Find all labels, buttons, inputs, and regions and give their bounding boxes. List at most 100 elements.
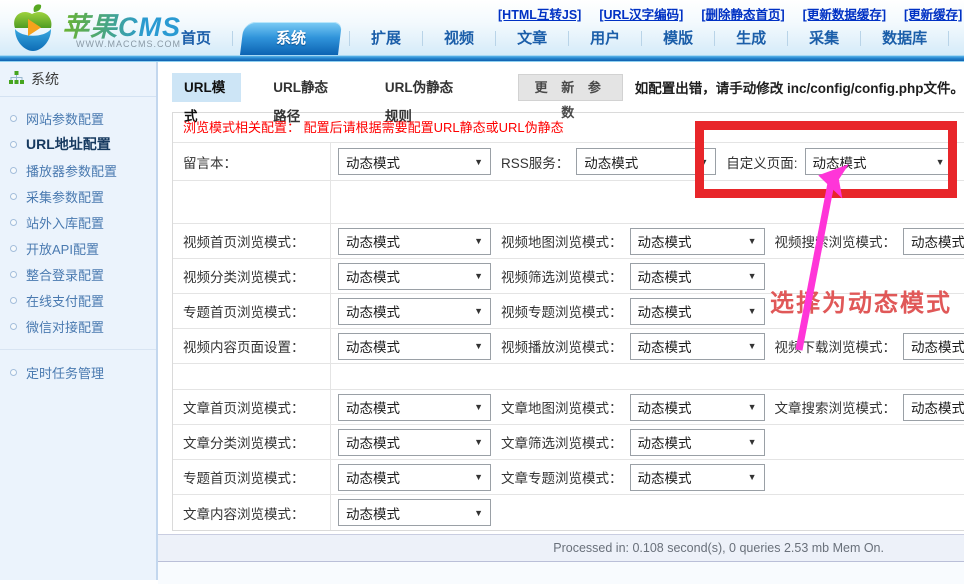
nav-item[interactable]: 采集 <box>788 22 860 55</box>
mode-select[interactable]: 动态模式▼ <box>630 394 765 421</box>
sidebar-item[interactable]: 整合登录配置 <box>0 261 156 287</box>
sidebar-item-label: 开放API配置 <box>26 239 99 258</box>
sidebar-header: 系统 <box>0 62 156 97</box>
sidebar-item-label: 采集参数配置 <box>26 187 104 206</box>
nav-item-label: 系统 <box>276 22 306 55</box>
select-value: 动态模式 <box>813 152 867 172</box>
footer-stats: Processed in: 0.108 second(s), 0 queries… <box>158 534 964 562</box>
tab-active[interactable]: URL模式 <box>172 73 241 102</box>
dropdown-arrow-icon: ▼ <box>474 508 483 518</box>
field-pair: 视频地图浏览模式：动态模式▼ <box>491 228 765 255</box>
form-row: 视频首页浏览模式：动态模式▼视频地图浏览模式：动态模式▼视频搜索浏览模式：动态模… <box>173 224 964 259</box>
mode-select[interactable]: 动态模式▼ <box>903 228 964 255</box>
nav-menu: 首页 系统 扩展视频文章用户模版生成采集数据库 <box>160 22 949 55</box>
top-link[interactable]: [更新数据缓存] <box>803 4 886 23</box>
dropdown-arrow-icon: ▼ <box>748 341 757 351</box>
mode-select[interactable]: 动态模式▼ <box>630 429 765 456</box>
annotation-text: 选择为动态模式 <box>770 283 952 318</box>
row-label <box>173 181 331 223</box>
sidebar-title: 系统 <box>31 69 59 89</box>
tab-item[interactable]: URL伪静态规则 <box>373 73 476 102</box>
radio-bullet-icon <box>10 141 17 148</box>
nav-item[interactable]: 生成 <box>715 22 787 55</box>
mode-select[interactable]: 动态模式▼ <box>338 464 491 491</box>
dropdown-arrow-icon: ▼ <box>748 472 757 482</box>
sidebar-item[interactable]: 开放API配置 <box>0 235 156 261</box>
mode-select[interactable]: 动态模式▼ <box>630 298 765 325</box>
row-label <box>173 364 331 389</box>
mode-select[interactable]: 动态模式▼ <box>630 263 765 290</box>
apple-logo-icon <box>8 3 58 58</box>
top-link[interactable]: [URL汉字编码] <box>599 4 683 23</box>
form-row: 文章分类浏览模式：动态模式▼文章筛选浏览模式：动态模式▼ <box>173 425 964 460</box>
nav-item[interactable]: 模版 <box>642 22 714 55</box>
row-fields: 动态模式▼RSS服务：动态模式▼自定义页面:动态模式▼ <box>331 148 964 175</box>
mode-select[interactable]: 动态模式▼ <box>576 148 716 175</box>
nav-item[interactable]: 视频 <box>423 22 495 55</box>
mode-select[interactable]: 动态模式▼ <box>903 394 964 421</box>
sidebar-item[interactable]: 播放器参数配置 <box>0 157 156 183</box>
nav-item-active[interactable]: 系统 <box>240 22 342 55</box>
top-link[interactable]: [更新缓存] <box>904 4 962 23</box>
mode-select[interactable]: 动态模式▼ <box>903 333 964 360</box>
radio-bullet-icon <box>10 271 17 278</box>
mode-select[interactable]: 动态模式▼ <box>338 298 491 325</box>
dropdown-arrow-icon: ▼ <box>474 437 483 447</box>
mode-select[interactable]: 动态模式▼ <box>338 333 491 360</box>
row-label: 专题首页浏览模式： <box>173 460 331 494</box>
select-value: 动态模式 <box>346 336 400 356</box>
nav-item[interactable]: 扩展 <box>350 22 422 55</box>
mode-select[interactable]: 动态模式▼ <box>338 263 491 290</box>
mode-select[interactable]: 动态模式▼ <box>338 228 491 255</box>
top-link[interactable]: [HTML互转JS] <box>498 4 581 23</box>
field-pair: 动态模式▼ <box>338 298 491 325</box>
tab-item[interactable]: URL静态路径 <box>261 73 353 102</box>
dropdown-arrow-icon: ▼ <box>699 157 708 167</box>
field-pair: 动态模式 ▼ <box>338 394 491 421</box>
sidebar-item[interactable]: 在线支付配置 <box>0 287 156 313</box>
field-pair: 动态模式▼ <box>338 429 491 456</box>
row-fields: 动态模式▼文章专题浏览模式：动态模式▼ <box>331 464 964 491</box>
row-fields: 动态模式▼ <box>331 499 964 526</box>
sidebar-item-label: 整合登录配置 <box>26 265 104 284</box>
app-logo[interactable]: 苹果CMS WWW.MACCMS.COM <box>8 3 181 58</box>
sidebar-item-label: 站外入库配置 <box>26 213 104 232</box>
select-value: 动态模式 <box>911 397 964 417</box>
sidebar-item[interactable]: URL地址配置 <box>0 131 156 157</box>
update-params-button[interactable]: 更 新 参 数 <box>518 74 623 101</box>
mode-select[interactable]: 动态模式▼ <box>338 429 491 456</box>
mode-select[interactable]: 动态模式▼ <box>338 499 491 526</box>
sidebar-item[interactable]: 采集参数配置 <box>0 183 156 209</box>
select-value: 动态模式 <box>638 266 692 286</box>
mode-select[interactable]: 动态模式▼ <box>630 464 765 491</box>
sidebar-item[interactable]: 定时任务管理 <box>0 359 156 385</box>
nav-item[interactable]: 文章 <box>496 22 568 55</box>
spacer-row <box>173 364 964 390</box>
nav-item[interactable]: 数据库 <box>861 22 948 55</box>
config-warning-text: 如配置出错，请手动修改 inc/config/config.php文件。 <box>635 77 964 97</box>
row-fields: 动态模式▼文章地图浏览模式：动态模式▼文章搜索浏览模式：动态模式▼ <box>331 394 964 421</box>
field-label: 自定义页面: <box>726 152 797 172</box>
select-value: 动态模式 <box>346 152 400 172</box>
field-pair: RSS服务：动态模式▼ <box>491 148 716 175</box>
mode-select[interactable]: 动态模式▼ <box>338 148 491 175</box>
nav-item[interactable]: 用户 <box>569 22 641 55</box>
field-pair: 动态模式▼ <box>338 228 491 255</box>
nav-item[interactable]: 首页 <box>160 22 232 55</box>
form-row: 视频内容页面设置：动态模式▼视频播放浏览模式：动态模式▼视频下载浏览模式：动态模… <box>173 329 964 364</box>
dropdown-arrow-icon: ▼ <box>474 402 483 412</box>
dropdown-arrow-icon: ▼ <box>474 236 483 246</box>
footer-below-area <box>158 562 964 584</box>
nav-divider <box>948 31 949 46</box>
sidebar-item[interactable]: 网站参数配置 <box>0 105 156 131</box>
custom-page-mode-select[interactable]: 动态模式▼ <box>805 148 953 175</box>
select-value: 动态模式 <box>346 397 400 417</box>
mode-select[interactable]: 动态模式▼ <box>630 228 765 255</box>
mode-select[interactable]: 动态模式▼ <box>630 333 765 360</box>
radio-bullet-icon <box>10 167 17 174</box>
mode-select[interactable]: 动态模式 ▼ <box>338 394 491 421</box>
radio-bullet-icon <box>10 193 17 200</box>
top-link[interactable]: [删除静态首页] <box>701 4 784 23</box>
sidebar-item[interactable]: 微信对接配置 <box>0 313 156 339</box>
sidebar-item[interactable]: 站外入库配置 <box>0 209 156 235</box>
